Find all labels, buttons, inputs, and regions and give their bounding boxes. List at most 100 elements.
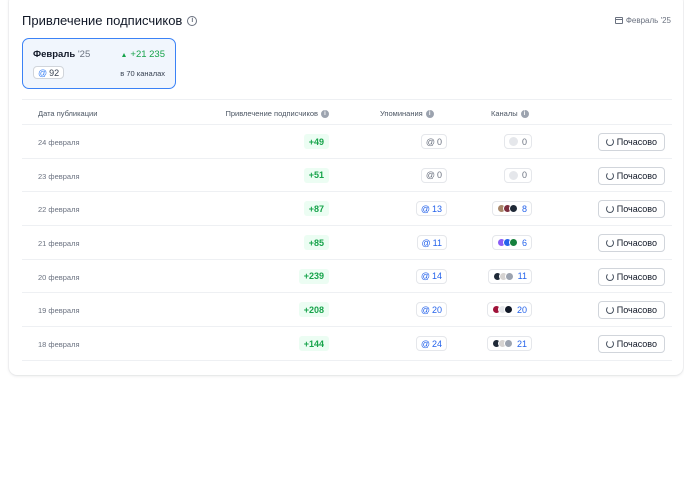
channels-value: 0 — [521, 136, 527, 147]
channels-badge[interactable]: 6 — [491, 235, 532, 251]
channel-avatars — [496, 204, 518, 214]
hourly-button[interactable]: Почасово — [597, 267, 665, 286]
at-icon: @ — [425, 136, 435, 147]
row-date: 22 февраля — [38, 205, 80, 215]
date-filter-button[interactable]: Февраль '25 — [614, 16, 671, 25]
channels-badge[interactable]: 11 — [487, 268, 532, 284]
hourly-button-label: Почасово — [616, 137, 657, 147]
hourly-button[interactable]: Почасово — [597, 234, 665, 253]
table-row: 19 февраля +208 @20 20 Почасово — [22, 293, 672, 328]
channel-avatars — [492, 271, 514, 281]
hourly-button[interactable]: Почасово — [597, 335, 665, 354]
header-date-label: Дата публикации — [38, 109, 98, 118]
mentions-badge[interactable]: @0 — [420, 167, 447, 183]
channels-value: 0 — [521, 170, 527, 181]
mentions-value: 0 — [436, 170, 442, 181]
data-table: Дата публикации Привлечение подписчиков … — [22, 99, 672, 361]
channels-badge[interactable]: 20 — [486, 302, 532, 318]
header-channels: Каналы i — [491, 109, 529, 118]
at-icon: @ — [420, 304, 430, 315]
hourly-button[interactable]: Почасово — [597, 166, 665, 185]
period-mentions-badge: @ 92 — [33, 66, 65, 79]
info-icon[interactable]: i — [321, 109, 329, 118]
refresh-icon — [605, 272, 614, 281]
at-icon: @ — [421, 237, 431, 248]
hourly-button-label: Почасово — [616, 271, 657, 282]
avatar — [504, 271, 514, 281]
at-icon: @ — [38, 67, 48, 78]
hourly-button-label: Почасово — [616, 170, 657, 181]
row-date: 24 февраля — [38, 138, 80, 147]
info-icon[interactable]: i — [425, 109, 434, 118]
header-mentions-label: Упоминания — [380, 109, 423, 118]
channels-badge[interactable]: 0 — [503, 167, 532, 183]
mentions-badge[interactable]: @11 — [416, 235, 447, 251]
hourly-button-label: Почасово — [616, 339, 657, 350]
subscribers-badge: +87 — [303, 201, 329, 217]
at-icon: @ — [420, 338, 430, 349]
avatar — [503, 339, 513, 349]
avatar — [503, 305, 513, 315]
refresh-icon — [605, 239, 614, 248]
channels-badge[interactable]: 0 — [503, 134, 532, 149]
hourly-button[interactable]: Почасово — [597, 200, 665, 219]
at-icon: @ — [420, 271, 430, 282]
avatar-placeholder — [508, 170, 518, 180]
table-body: 24 февраля +49 @0 0 Почасово 23 февраля +51 @0 0… — [22, 125, 672, 361]
mentions-value: 14 — [431, 271, 442, 282]
channels-value: 6 — [521, 237, 527, 248]
subscribers-badge: +51 — [303, 167, 329, 183]
period-delta-value: +21 235 — [130, 49, 165, 60]
mentions-value: 20 — [431, 304, 442, 315]
channels-value: 20 — [516, 304, 527, 315]
refresh-icon — [605, 306, 614, 315]
mentions-badge[interactable]: @0 — [420, 134, 447, 149]
table-row: 23 февраля +51 @0 0 Почасово — [22, 159, 672, 193]
table-row: 20 февраля +239 @14 11 Почасово — [22, 260, 672, 294]
hourly-button-label: Почасово — [616, 204, 657, 215]
period-month: Февраль — [33, 49, 76, 60]
mentions-value: 24 — [431, 338, 442, 349]
at-icon: @ — [420, 203, 430, 214]
subscribers-badge: +144 — [298, 336, 329, 352]
table-row: 22 февраля +87 @13 8 Почасово — [22, 192, 672, 227]
row-date: 19 февраля — [38, 306, 80, 316]
refresh-icon — [605, 340, 614, 349]
avatar — [508, 204, 518, 214]
subscribers-badge: +49 — [303, 134, 329, 149]
arrow-up-icon — [122, 52, 127, 57]
info-icon[interactable]: i — [520, 109, 529, 118]
channels-value: 21 — [516, 338, 527, 349]
mentions-badge[interactable]: @13 — [415, 201, 447, 217]
period-channels: в 70 каналах — [120, 69, 165, 78]
date-filter-label: Февраль '25 — [625, 16, 671, 25]
at-icon: @ — [425, 170, 435, 181]
avatar-placeholder — [508, 137, 518, 146]
subscribers-badge: +85 — [303, 235, 329, 251]
mentions-value: 13 — [431, 203, 442, 214]
period-card[interactable]: Февраль '25 +21 235 @ 92 в 70 каналах — [22, 38, 176, 89]
channel-avatars — [491, 305, 513, 315]
hourly-button-label: Почасово — [616, 305, 657, 316]
channels-badge[interactable]: 21 — [486, 336, 532, 352]
mentions-value: 0 — [436, 136, 442, 147]
hourly-button[interactable]: Почасово — [597, 133, 665, 151]
avatar — [508, 238, 518, 248]
row-date: 23 февраля — [38, 171, 80, 181]
hourly-button-label: Почасово — [616, 238, 657, 249]
subscribers-badge: +208 — [298, 302, 329, 318]
row-date: 18 февраля — [38, 340, 80, 350]
header-subscribers-label: Привлечение подписчиков — [225, 109, 318, 118]
mentions-badge[interactable]: @14 — [415, 268, 447, 284]
header-mentions: Упоминания i — [380, 109, 434, 118]
refresh-icon — [605, 205, 614, 214]
hourly-button[interactable]: Почасово — [597, 301, 665, 320]
page-title: Привлечение подписчиков — [22, 13, 183, 28]
channels-badge[interactable]: 8 — [491, 201, 532, 217]
channels-value: 11 — [517, 271, 527, 282]
mentions-badge[interactable]: @24 — [415, 336, 447, 352]
table-row: 21 февраля +85 @11 6 Почасово — [22, 226, 672, 260]
refresh-icon — [605, 171, 614, 180]
info-icon[interactable]: i — [187, 15, 198, 26]
mentions-badge[interactable]: @20 — [415, 302, 447, 318]
